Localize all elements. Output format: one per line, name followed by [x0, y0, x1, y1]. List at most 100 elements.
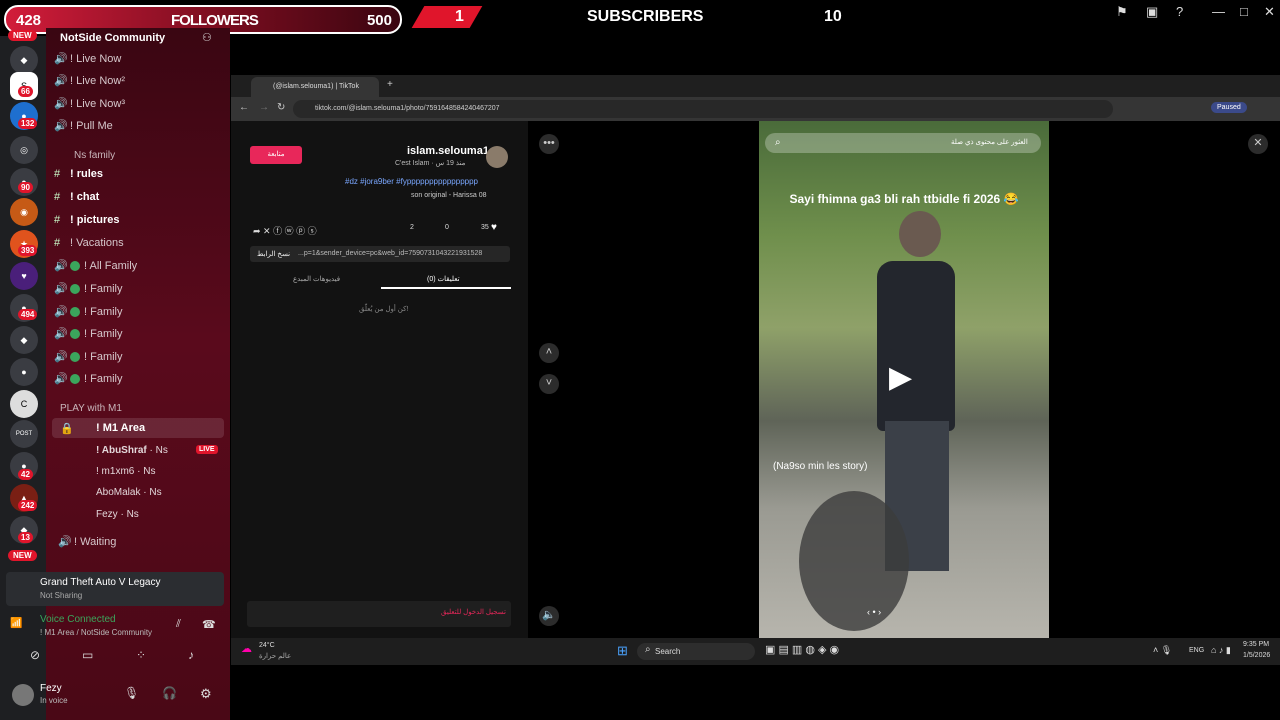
server-icon[interactable]: ● [10, 358, 38, 386]
voice-channel[interactable]: 🔊! Live Now² [54, 74, 125, 87]
soundboard-icon[interactable]: ♪ [188, 648, 194, 662]
server-icon[interactable]: ◆ [10, 46, 38, 74]
waiting-channel[interactable]: 🔊! Waiting [58, 535, 116, 548]
close-icon[interactable]: ✕ [1248, 134, 1268, 154]
network-volume-icons[interactable]: ⌂ ♪ ▮ [1211, 645, 1231, 656]
avatar[interactable] [12, 684, 34, 706]
avatar[interactable] [486, 146, 508, 168]
category-ns-family[interactable]: Ns family [74, 150, 115, 161]
activities-icon[interactable]: ⁘ [136, 648, 146, 662]
taskbar-apps[interactable]: ▣ ▤ ▥ ◍ ◈ ◉ [765, 643, 839, 656]
server-icon[interactable]: POST [10, 420, 38, 448]
voice-channel[interactable]: 🔊! Live Now³ [54, 97, 125, 110]
server-icon[interactable]: ♥ [10, 262, 38, 290]
server-icon[interactable]: ◎ [10, 136, 38, 164]
text-channel[interactable]: #! pictures [54, 214, 120, 226]
hash-icon: # [54, 191, 61, 203]
back-icon[interactable]: ← [239, 102, 249, 113]
likes-count: 35 [481, 224, 489, 231]
tiktok-content: متابعة islam.selouma1 C'est Islam · منذ … [231, 121, 1280, 638]
voice-user[interactable]: Fezy · Ns [96, 509, 139, 520]
disconnect-icon[interactable]: ☎ [202, 618, 216, 631]
server-name[interactable]: NotSide Community [60, 32, 165, 44]
server-badge: 42 [18, 469, 33, 480]
voice-channel[interactable]: 🔊! Pull Me [54, 119, 113, 132]
green-dot-icon [70, 329, 80, 340]
new-tab-button[interactable]: + [387, 79, 393, 90]
voice-user[interactable]: AboMalak · Ns [96, 487, 162, 498]
tab-creator-videos[interactable]: فيديوهات المبدع [293, 275, 340, 283]
carousel-dots[interactable]: ‹ • › [867, 607, 881, 617]
voice-channel[interactable]: 🔊! All Family [54, 259, 137, 272]
voice-channel[interactable]: 🔊! Family [54, 282, 123, 295]
server-icon[interactable]: C [10, 390, 38, 418]
camera-off-icon[interactable]: ⊘ [30, 648, 40, 662]
details-panel: متابعة islam.selouma1 C'est Islam · منذ … [231, 121, 528, 638]
more-icon[interactable]: ••• [539, 134, 559, 154]
red-accent [411, 6, 483, 28]
weather-temp[interactable]: 24°C [259, 642, 275, 649]
voice-path[interactable]: ! M1 Area / NotSide Community [40, 628, 152, 637]
tab-tiktok[interactable]: (@islam.selouma1) | TikTok [251, 77, 379, 97]
subscribers-count: 10 [824, 8, 842, 25]
share-icons[interactable]: ➦ ✕ ⓕ ⓦ ⓟ ⓢ [253, 224, 317, 237]
forward-icon[interactable]: → [259, 102, 269, 113]
url-bar[interactable]: tiktok.com/@islam.selouma1/photo/7591648… [293, 100, 1113, 118]
text-channel[interactable]: #! rules [54, 168, 103, 180]
follow-button[interactable]: متابعة [250, 146, 302, 164]
login-to-comment[interactable]: تسجيل الدخول للتعليق [441, 608, 506, 616]
help-icon[interactable]: ? [1176, 4, 1183, 19]
lang-indicator[interactable]: ENG [1189, 647, 1204, 654]
post-photo[interactable]: ⌕ العثور على محتوى ذي صلة Sayi fhimna ga… [759, 121, 1049, 638]
gear-icon[interactable]: ⚙ [200, 686, 212, 702]
server-icon[interactable]: ◉ [10, 198, 38, 226]
saves-count: 2 [410, 224, 414, 231]
tray-icons[interactable]: ˄ 🎙 [1153, 645, 1172, 656]
m1-area-channel[interactable]: ! M1 Area [96, 422, 145, 434]
voice-channel[interactable]: 🔊! Live Now [54, 52, 121, 65]
voice-connected-label[interactable]: Voice Connected [40, 614, 116, 625]
close-icon[interactable]: ✕ [1264, 4, 1275, 20]
no-comments-text: كن أول من يُعلّق! [359, 306, 409, 313]
reload-icon[interactable]: ↻ [277, 102, 285, 113]
speaker-icon: 🔊 [54, 328, 68, 340]
add-member-icon[interactable]: ⚇ [202, 31, 212, 44]
heart-icon[interactable]: ♥ [491, 222, 497, 233]
text-channel[interactable]: #! Vacations [54, 237, 124, 249]
voice-channel[interactable]: 🔊! Family [54, 350, 123, 363]
flag-icon[interactable]: ⚑ [1116, 4, 1128, 20]
screen-share-icon[interactable]: ▭ [82, 648, 93, 662]
volume-icon[interactable]: 🔈 [539, 606, 559, 626]
chevron-up-icon[interactable]: ˄ [539, 343, 559, 363]
minimize-icon[interactable]: — [1212, 4, 1225, 19]
category-play[interactable]: PLAY with M1 [60, 403, 122, 414]
play-icon[interactable]: ▶ [889, 361, 923, 395]
tab-comments[interactable]: تعليقات (0) [427, 275, 460, 283]
voice-user[interactable]: ! AbuShraf · Ns [96, 445, 168, 456]
start-icon[interactable]: ⊞ [617, 643, 628, 659]
voice-channel[interactable]: 🔊! Family [54, 372, 123, 385]
paused-profile[interactable]: Paused [1211, 102, 1247, 113]
copy-link-button[interactable]: نسخ الرابط [257, 250, 290, 258]
text-channel[interactable]: #! chat [54, 191, 99, 203]
noise-suppression-icon[interactable]: ⫽ [176, 618, 181, 631]
speaker-icon: 🔊 [54, 306, 68, 318]
server-badge: 132 [18, 118, 38, 129]
maximize-icon[interactable]: □ [1240, 4, 1248, 19]
mic-icon[interactable]: 🎙 [124, 686, 139, 700]
inbox-icon[interactable]: ▣ [1146, 4, 1158, 20]
speaker-icon: 🔊 [54, 373, 68, 385]
chevron-down-icon[interactable]: ˅ [539, 374, 559, 394]
sound-label[interactable]: son original - Harissa 08 [411, 192, 486, 199]
headphones-icon[interactable]: 🎧 [162, 686, 177, 700]
voice-channel[interactable]: 🔊! Family [54, 305, 123, 318]
voice-user[interactable]: ! m1xm6 · Ns [96, 466, 155, 477]
clock-date[interactable]: 1/5/2026 [1243, 652, 1270, 659]
voice-channel[interactable]: 🔊! Family [54, 327, 123, 340]
server-icon[interactable]: ◆ [10, 326, 38, 354]
clock-time[interactable]: 9:35 PM [1243, 641, 1269, 648]
hashtags[interactable]: #dz #jora9ber #fypppppppppppppppp [345, 177, 478, 186]
taskbar-search-label: Search [655, 647, 681, 656]
username[interactable]: islam.selouma1 [407, 145, 489, 157]
activity-panel: Grand Theft Auto V Legacy Not Sharing [6, 572, 224, 606]
